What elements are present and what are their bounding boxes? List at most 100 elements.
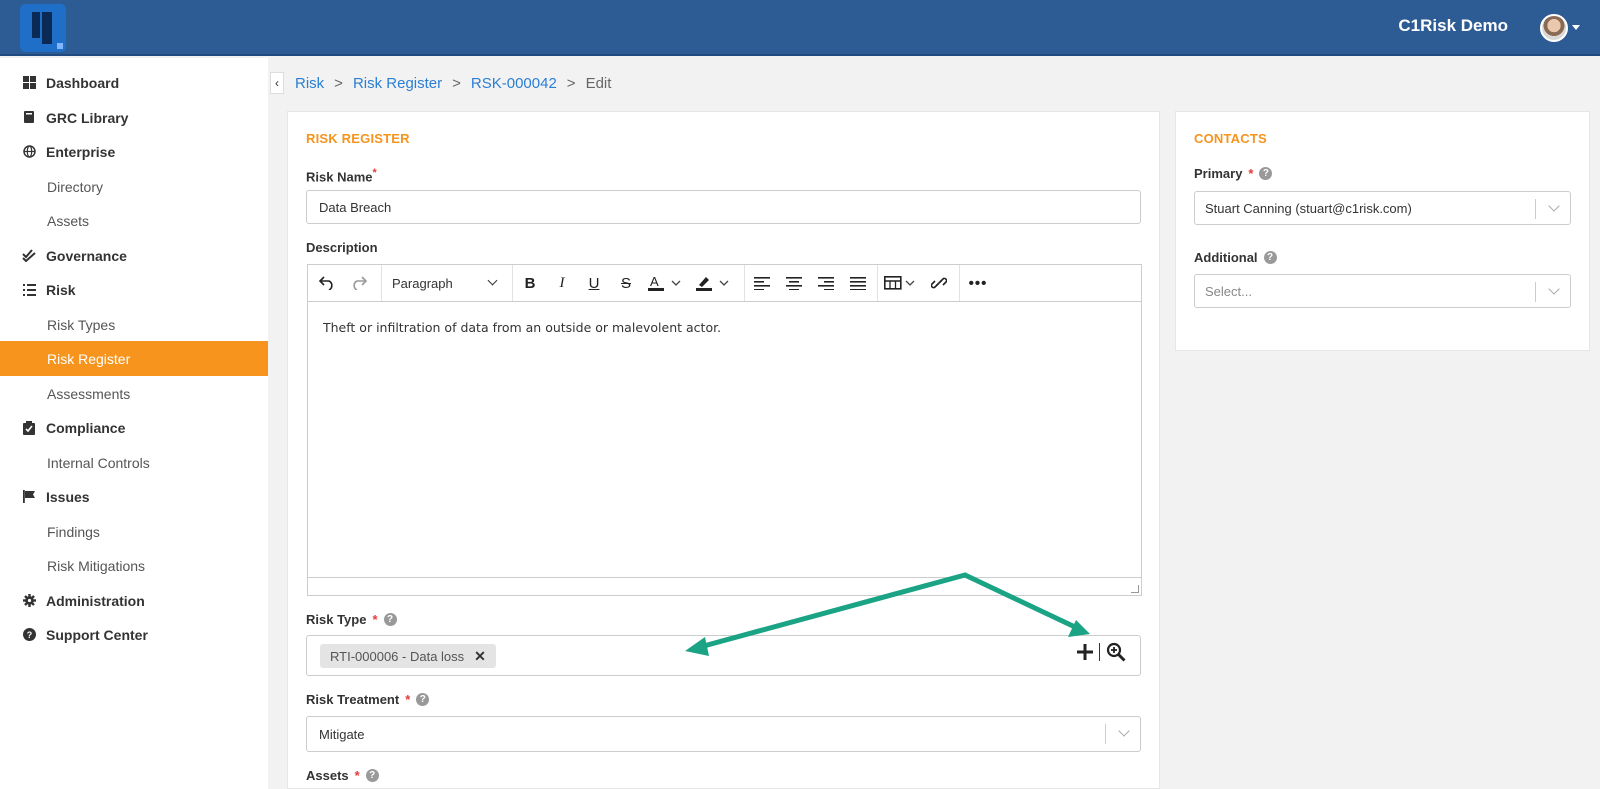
risk-name-value: Data Breach (319, 199, 392, 215)
sidebar-item-findings[interactable]: Findings (0, 514, 268, 549)
redo-button[interactable] (346, 271, 372, 295)
sidebar-item-support-center[interactable]: ? Support Center (0, 617, 268, 652)
sidebar-item-label: Dashboard (46, 74, 120, 91)
strikethrough-button[interactable]: S (613, 271, 639, 295)
breadcrumb-separator: > (452, 75, 461, 92)
description-content[interactable]: Theft or infiltration of data from an ou… (323, 320, 721, 335)
breadcrumb: Risk > Risk Register > RSK-000042 > Edit (295, 75, 611, 92)
section-title-contacts: CONTACTS (1194, 131, 1267, 146)
collapse-sidebar-button[interactable]: ‹ (270, 72, 284, 94)
chevron-left-icon: ‹ (275, 76, 279, 90)
help-icon[interactable]: ? (365, 769, 379, 782)
additional-contacts-select[interactable]: Select... (1194, 274, 1571, 308)
strikethrough-icon: S (620, 274, 631, 292)
sidebar-item-grc-library[interactable]: GRC Library (0, 100, 268, 135)
sidebar-item-governance[interactable]: Governance (0, 238, 268, 273)
insert-link-button[interactable] (926, 271, 952, 295)
sidebar-item-risk-types[interactable]: Risk Types (0, 307, 268, 342)
breadcrumb-link-risk-register[interactable]: Risk Register (353, 75, 442, 92)
remove-tag-icon[interactable]: ✕ (474, 648, 486, 665)
help-icon[interactable]: ? (383, 613, 397, 626)
sidebar-item-compliance[interactable]: Compliance (0, 410, 268, 445)
sidebar-item-label: Risk Mitigations (47, 557, 146, 574)
align-left-icon (754, 277, 770, 290)
italic-button[interactable]: I (549, 271, 575, 295)
additional-contacts-placeholder: Select... (1205, 283, 1252, 299)
primary-contact-label: Primary * ? (1194, 166, 1273, 181)
assets-label: Assets * ? (306, 768, 379, 783)
text-color-button[interactable]: A (645, 271, 687, 295)
more-options-button[interactable]: ••• (965, 271, 991, 295)
additional-contacts-label: Additional ? (1194, 250, 1277, 265)
risk-treatment-select[interactable]: Mitigate (306, 716, 1141, 752)
sidebar-item-assessments[interactable]: Assessments (0, 376, 268, 411)
sidebar-item-risk-mitigations[interactable]: Risk Mitigations (0, 548, 268, 583)
sidebar-item-label: Administration (46, 592, 145, 609)
sidebar-item-label: Internal Controls (47, 454, 150, 471)
risk-type-multiselect[interactable]: RTI-000006 - Data loss ✕ (306, 635, 1141, 676)
breadcrumb-link-risk[interactable]: Risk (295, 75, 324, 92)
primary-contact-select[interactable]: Stuart Canning (stuart@c1risk.com) (1194, 191, 1571, 225)
globe-icon (22, 145, 36, 159)
sidebar-item-administration[interactable]: Administration (0, 583, 268, 618)
top-bar: C1Risk Demo (0, 0, 1600, 56)
sidebar-item-assets[interactable]: Assets (0, 203, 268, 238)
undo-button[interactable] (314, 271, 340, 295)
sidebar-item-label: Issues (46, 488, 90, 505)
block-format-select[interactable]: Paragraph (392, 271, 502, 295)
editor-toolbar: Paragraph B I U S A ••• (308, 265, 1141, 302)
bold-button[interactable]: B (517, 271, 543, 295)
align-left-button[interactable] (749, 271, 775, 295)
description-label: Description (306, 240, 378, 255)
help-icon[interactable]: ? (416, 693, 430, 706)
help-icon[interactable]: ? (1263, 251, 1277, 264)
description-editor[interactable]: Paragraph B I U S A ••• Theft or infiltr… (307, 264, 1142, 596)
help-icon[interactable]: ? (1259, 167, 1273, 180)
risk-type-label: Risk Type * ? (306, 612, 397, 627)
question-circle-icon: ? (22, 628, 36, 642)
sidebar-item-risk-register[interactable]: Risk Register (0, 341, 268, 376)
sidebar-item-directory[interactable]: Directory (0, 169, 268, 204)
app-logo[interactable] (20, 4, 66, 52)
bold-icon: B (524, 274, 536, 292)
sidebar-item-label: Findings (47, 523, 100, 540)
flag-icon (22, 490, 36, 504)
chevron-down-icon (1118, 725, 1130, 737)
sidebar-item-internal-controls[interactable]: Internal Controls (0, 445, 268, 480)
section-title-risk-register: RISK REGISTER (306, 131, 410, 146)
user-name[interactable]: C1Risk Demo (1398, 16, 1508, 36)
sidebar-item-enterprise[interactable]: Enterprise (0, 134, 268, 169)
chevron-down-icon (1548, 283, 1560, 295)
risk-name-label: Risk Name* (306, 167, 377, 185)
sidebar-item-dashboard[interactable]: Dashboard (0, 65, 268, 100)
user-menu-caret-icon[interactable] (1572, 25, 1580, 30)
risk-name-input[interactable]: Data Breach (306, 190, 1141, 224)
align-center-button[interactable] (781, 271, 807, 295)
insert-table-button[interactable] (882, 271, 922, 295)
align-right-button[interactable] (813, 271, 839, 295)
book-icon (22, 111, 36, 125)
breadcrumb-current: Edit (585, 75, 612, 92)
highlight-color-button[interactable] (693, 271, 735, 295)
sidebar-item-label: Governance (46, 247, 127, 264)
list-icon (22, 283, 36, 297)
search-zoom-icon[interactable] (1106, 642, 1126, 662)
user-avatar[interactable] (1540, 14, 1568, 42)
sidebar-item-label: Compliance (46, 419, 126, 436)
underline-button[interactable]: U (581, 271, 607, 295)
sidebar-item-issues[interactable]: Issues (0, 479, 268, 514)
align-justify-button[interactable] (845, 271, 871, 295)
sidebar-item-risk[interactable]: Risk (0, 272, 268, 307)
align-center-icon (786, 277, 802, 290)
add-icon[interactable] (1077, 644, 1093, 660)
sidebar-item-label: Support Center (46, 626, 148, 643)
breadcrumb-link-record[interactable]: RSK-000042 (471, 75, 557, 92)
chevron-down-icon (487, 275, 498, 286)
resize-handle-icon[interactable] (1131, 585, 1139, 593)
clipboard-check-icon (22, 420, 36, 435)
double-check-icon (22, 249, 36, 263)
align-justify-icon (850, 277, 866, 290)
sidebar-item-label: Assets (47, 212, 90, 229)
editor-statusbar (308, 577, 1141, 595)
risk-treatment-value: Mitigate (319, 726, 365, 742)
